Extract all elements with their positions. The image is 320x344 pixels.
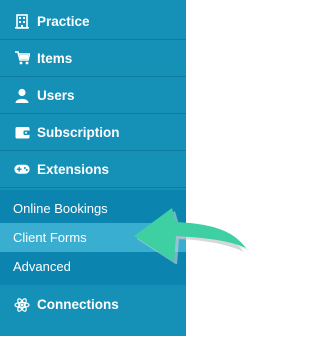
menu-item-label: Subscription: [37, 124, 120, 140]
menu-item-items[interactable]: Items: [0, 40, 186, 77]
menu-item-label: Items: [37, 50, 73, 66]
atom-icon: [14, 297, 30, 313]
building-icon: [14, 13, 30, 29]
gamepad-icon: [14, 161, 30, 177]
menu-item-label: Practice: [37, 13, 90, 29]
menu-item-connections[interactable]: Connections: [0, 286, 186, 323]
sidebar-menu: Practice Items Users Subscription Extens…: [0, 0, 186, 336]
menu-item-label: Connections: [37, 297, 119, 312]
menu-item-label: Users: [37, 87, 75, 103]
pointer-arrow-icon: [134, 208, 249, 264]
wallet-icon: [14, 124, 30, 140]
menu-item-label: Extensions: [37, 161, 110, 177]
menu-item-extensions[interactable]: Extensions: [0, 151, 186, 188]
cart-icon: [14, 50, 30, 66]
menu-item-practice[interactable]: Practice: [0, 3, 186, 40]
menu-item-subscription[interactable]: Subscription: [0, 114, 186, 151]
user-icon: [14, 87, 30, 103]
menu-item-users[interactable]: Users: [0, 77, 186, 114]
